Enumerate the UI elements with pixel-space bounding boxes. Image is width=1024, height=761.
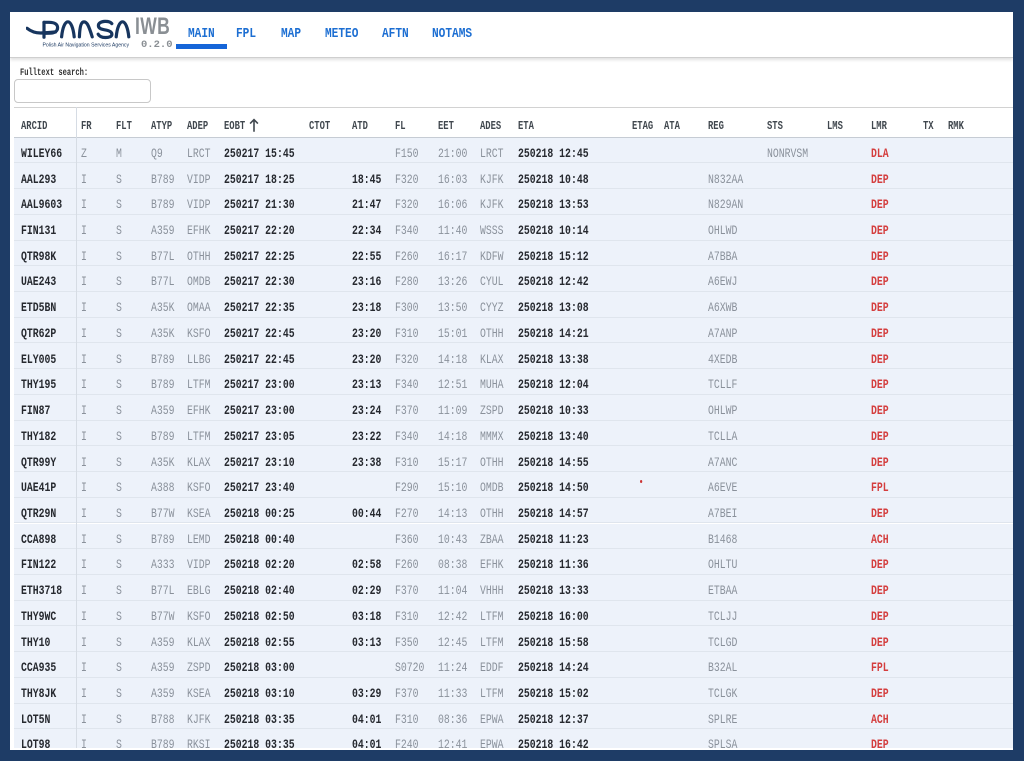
svg-text:Polish Air Navigation Services: Polish Air Navigation Services Agency	[43, 42, 130, 48]
